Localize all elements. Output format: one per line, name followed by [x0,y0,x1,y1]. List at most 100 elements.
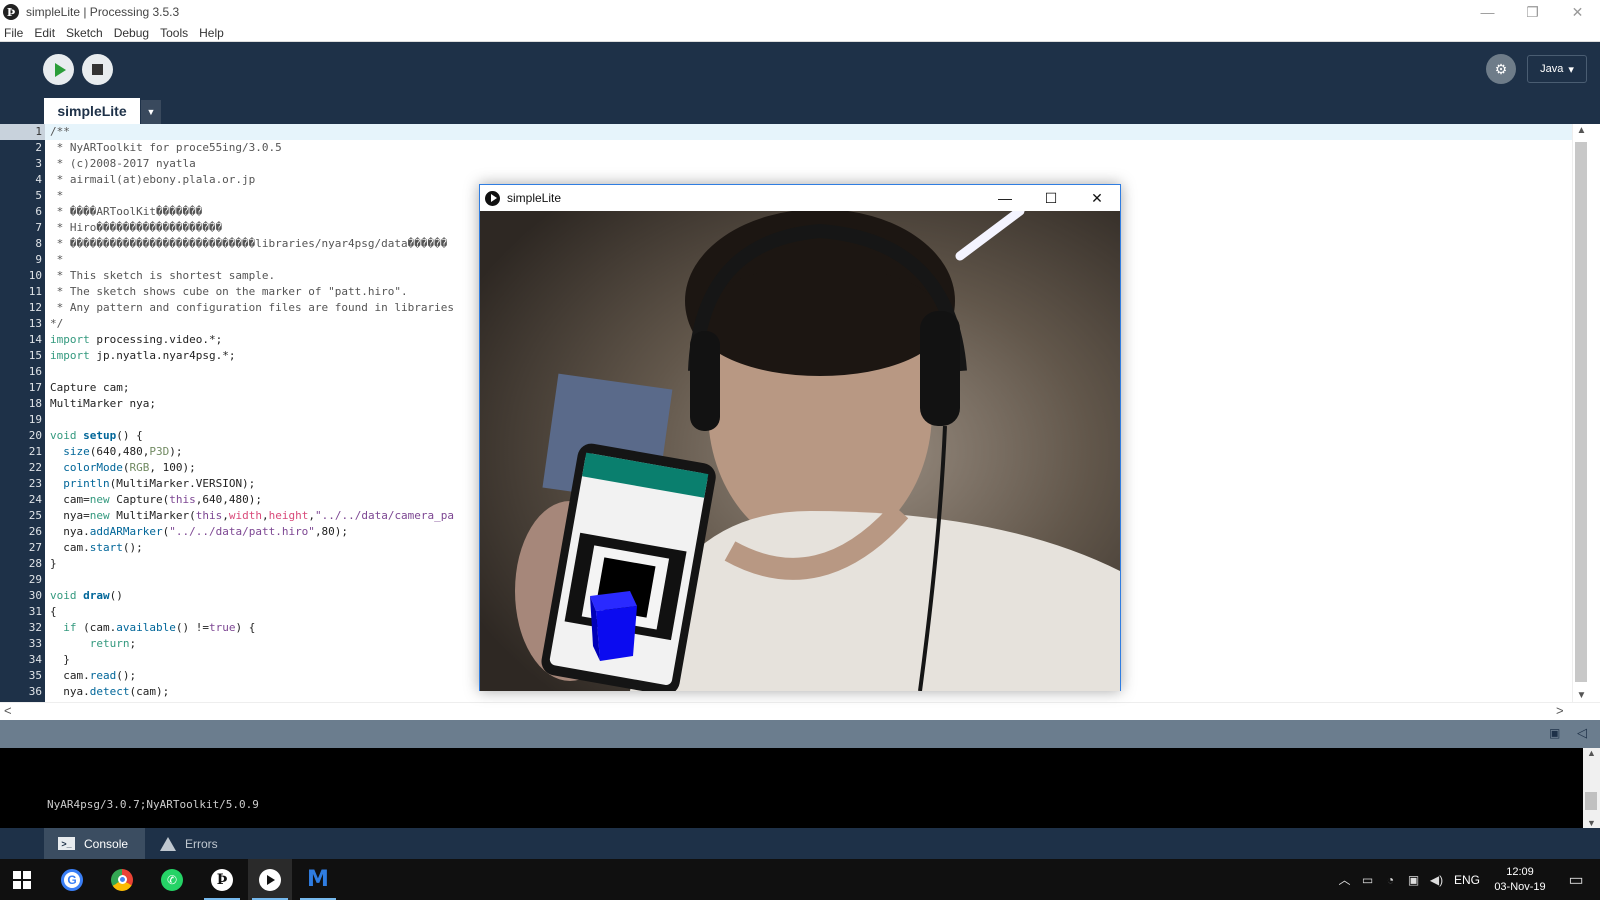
processing-icon: Þ [211,868,233,891]
taskbar-chrome[interactable] [100,859,144,900]
volume-icon[interactable]: ◀) [1425,873,1448,887]
notification-icon[interactable]: ▭ [1552,870,1600,890]
line-number: 10 [28,269,42,282]
code-line[interactable]: /** [45,124,1572,140]
scroll-thumb[interactable] [1575,142,1587,682]
tab-menu-button[interactable]: ▼ [141,100,161,124]
line-number: 26 [28,525,42,538]
menu-bar: File Edit Sketch Debug Tools Help [0,24,1600,42]
sketch-canvas[interactable] [480,211,1120,691]
line-number: 29 [28,573,42,586]
tab-simplelite[interactable]: simpleLite [44,98,140,124]
sketch-window[interactable]: simpleLite — ☐ ✕ [479,184,1121,691]
line-number: 8 [35,237,42,250]
line-number: 12 [28,301,42,314]
line-number: 13 [28,317,42,330]
scroll-left-icon[interactable]: < [4,703,12,718]
menu-tools[interactable]: Tools [160,26,188,40]
line-number: 7 [35,221,42,234]
code-line[interactable]: * (c)2008-2017 nyatla [45,156,1572,172]
line-number: 25 [28,509,42,522]
restore-button[interactable]: ❐ [1510,0,1555,24]
sketch-tab-row: simpleLite ▼ [0,98,1600,124]
sketch-title-bar[interactable]: simpleLite — ☐ ✕ [480,185,1120,211]
clock-time: 12:09 [1506,865,1534,878]
close-button[interactable]: ✕ [1555,0,1600,24]
debugger-button[interactable]: ⚙ [1486,54,1516,84]
minimize-button[interactable]: — [1465,0,1510,24]
line-number: 36 [28,685,42,698]
scroll-up-icon[interactable]: ▲ [1573,125,1590,136]
language-indicator[interactable]: ENG [1454,873,1480,887]
run-button[interactable] [43,54,74,85]
title-bar: Þ simpleLite | Processing 3.5.3 — ❐ ✕ [0,0,1600,24]
windows-start-icon [13,870,31,889]
sketch-minimize-button[interactable]: — [982,185,1028,211]
line-number: 11 [28,285,42,298]
headphone-left [690,331,720,431]
line-number: 33 [28,637,42,650]
headphone-right [920,311,960,426]
scroll-right-icon[interactable]: > [1556,703,1564,718]
battery-icon[interactable]: ▭ [1356,873,1379,887]
line-number: 6 [35,205,42,218]
menu-sketch[interactable]: Sketch [66,26,103,40]
start-button[interactable] [0,859,44,900]
line-number: 2 [35,141,42,154]
line-number: 5 [35,189,42,202]
tab-errors[interactable]: Errors [146,828,232,859]
line-number: 14 [28,333,42,346]
collapse-console-icon[interactable]: ◁ [1577,725,1587,741]
copy-console-icon[interactable]: ▣ [1549,726,1560,740]
taskbar-google[interactable]: G [50,859,94,900]
code-line[interactable]: * NyARToolkit for proce55ing/3.0.5 [45,140,1572,156]
toolbar: ⚙ Java ▾ [0,42,1600,98]
line-number: 1 [0,124,45,140]
line-number: 35 [28,669,42,682]
ar-cube [590,591,637,661]
scroll-thumb[interactable] [1585,792,1597,810]
line-number: 19 [28,413,42,426]
menu-edit[interactable]: Edit [34,26,55,40]
editor-horizontal-scrollbar[interactable]: < > [0,702,1600,720]
scroll-down-icon[interactable]: ▼ [1583,818,1600,828]
console-scrollbar[interactable]: ▲ ▼ [1583,748,1600,828]
tab-console[interactable]: >_ Console [44,828,145,859]
console-divider[interactable]: ▣ ◁ [0,720,1600,748]
menu-debug[interactable]: Debug [114,26,149,40]
taskbar-whatsapp[interactable]: ✆ [150,859,194,900]
console-tab-bar: >_ Console Errors [0,828,1600,859]
line-number: 28 [28,557,42,570]
chrome-icon [111,868,133,891]
clock[interactable]: 12:09 03-Nov-19 [1488,865,1552,895]
line-number: 15 [28,349,42,362]
editor-vertical-scrollbar[interactable]: ▲ ▼ [1572,124,1589,702]
line-number-gutter: 1 2 3 4 5 6 7 8 9 10 11 12 13 14 15 16 17 18 19 20 21 22 23 24 2… [0,124,45,702]
line-number: 30 [28,589,42,602]
tab-console-label: Console [84,836,129,851]
stop-icon [92,64,103,75]
antivirus-icon[interactable]: ▣ [1402,873,1425,887]
console-output: NyAR4psg/3.0.7;NyARToolkit/5.0.9 [47,798,259,811]
line-number: 24 [28,493,42,506]
network-icon[interactable]: ◔ [1379,873,1402,887]
taskbar-processing[interactable]: Þ [200,859,244,900]
scroll-down-icon[interactable]: ▼ [1573,690,1590,701]
line-number: 17 [28,381,42,394]
menu-file[interactable]: File [4,26,23,40]
show-hidden-icons-icon[interactable]: ︿ [1333,871,1356,888]
taskbar-sketch[interactable] [248,859,292,900]
menu-help[interactable]: Help [199,26,224,40]
processing-app-icon: Þ [3,4,19,20]
sketch-close-button[interactable]: ✕ [1074,185,1120,211]
sketch-maximize-button[interactable]: ☐ [1028,185,1074,211]
scroll-up-icon[interactable]: ▲ [1583,748,1600,758]
line-number: 3 [35,157,42,170]
line-number: 22 [28,461,42,474]
mode-selector[interactable]: Java ▾ [1527,55,1587,83]
line-number: 31 [28,605,42,618]
taskbar-malwarebytes[interactable]: M [296,859,340,900]
system-tray: ︿ ▭ ◔ ▣ ◀) ENG 12:09 03-Nov-19 ▭ [1333,859,1600,900]
stop-button[interactable] [82,54,113,85]
line-number: 32 [28,621,42,634]
